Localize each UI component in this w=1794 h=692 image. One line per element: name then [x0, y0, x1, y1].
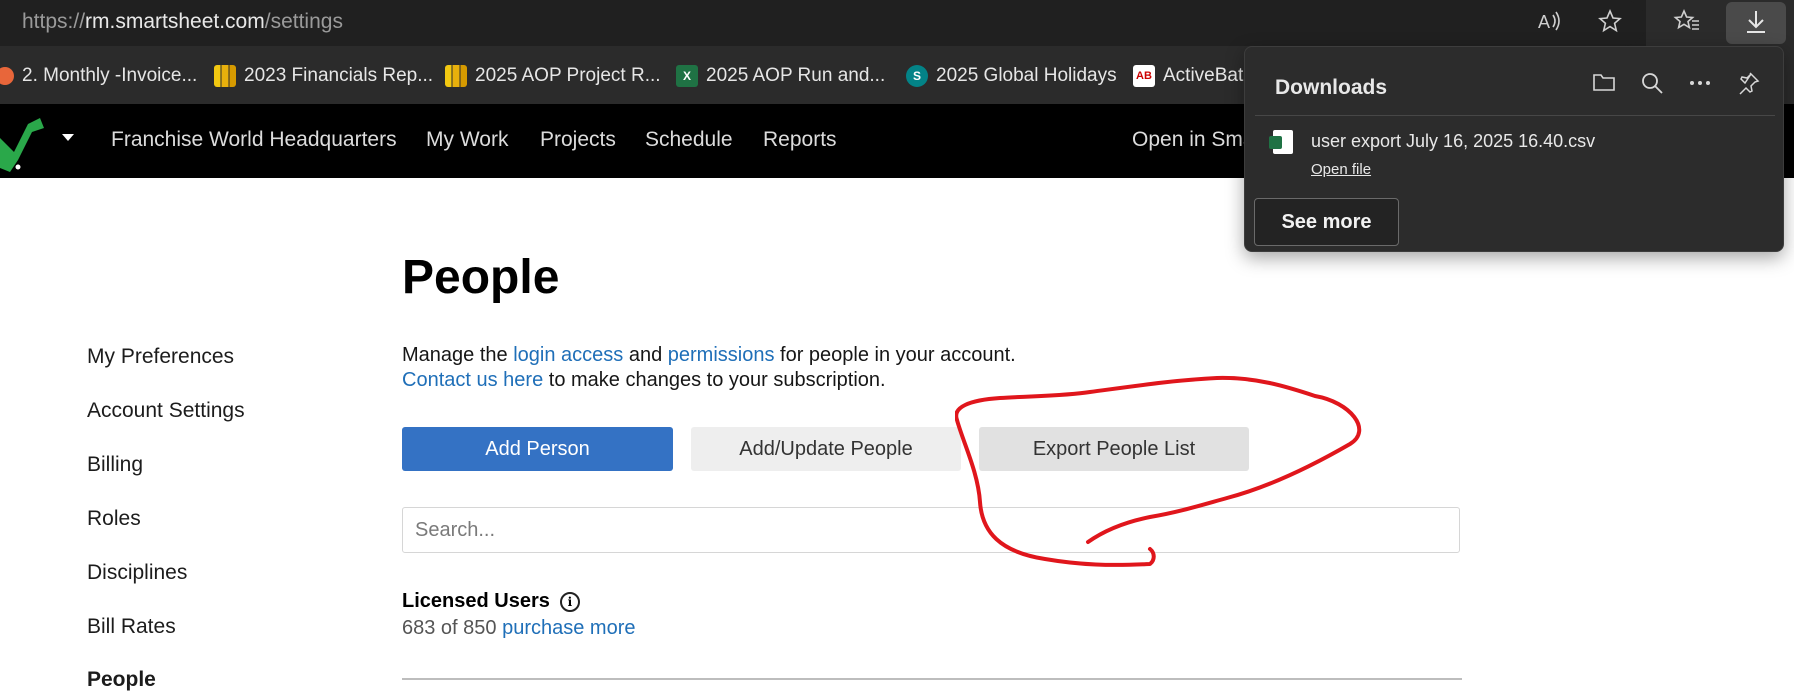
pin-icon[interactable]	[1733, 71, 1763, 101]
browser-toolbar: https://rm.smartsheet.com/settings A	[0, 0, 1794, 46]
desc-text: Manage the	[402, 344, 514, 366]
search-icon[interactable]	[1637, 71, 1667, 101]
bookmark-label: 2025 Global Holidays	[936, 65, 1117, 86]
sidebar-item-people[interactable]: People	[87, 668, 156, 692]
favorites-icon[interactable]	[1672, 8, 1702, 38]
desc-text: to make changes to your subscription.	[543, 369, 886, 391]
read-aloud-icon[interactable]: A	[1534, 8, 1564, 38]
folder-icon[interactable]	[1589, 71, 1619, 101]
downloads-button[interactable]	[1726, 2, 1786, 44]
url-host: rm.smartsheet.com	[85, 10, 265, 33]
bookmark-item[interactable]: 2023 Financials Rep...	[214, 64, 433, 88]
search-input[interactable]	[402, 507, 1460, 553]
nav-reports[interactable]: Reports	[763, 128, 837, 152]
section-divider	[402, 678, 1462, 680]
page-title: People	[402, 251, 560, 304]
contact-us-link[interactable]: Contact us here	[402, 369, 543, 391]
licensed-users-heading: Licensed Users i	[402, 590, 580, 613]
address-bar[interactable]: https://rm.smartsheet.com/settings	[22, 10, 343, 34]
power-bi-icon	[214, 65, 236, 87]
power-bi-icon	[445, 65, 467, 87]
downloads-panel: Downloads user export July 16, 2025 16.4…	[1244, 46, 1784, 252]
bookmark-item[interactable]: S 2025 Global Holidays	[906, 64, 1117, 88]
permissions-link[interactable]: permissions	[668, 344, 775, 366]
licensed-users-label: Licensed Users	[402, 590, 550, 612]
excel-file-icon	[1269, 130, 1293, 154]
sidebar-item-disciplines[interactable]: Disciplines	[87, 561, 187, 585]
nav-projects[interactable]: Projects	[540, 128, 616, 152]
page-description: Manage the login access and permissions …	[402, 343, 1016, 393]
url-path: /settings	[264, 10, 343, 33]
excel-icon: X	[676, 65, 698, 87]
bookmark-item[interactable]: 2. Monthly -Invoice...	[0, 64, 197, 88]
bookmark-item[interactable]: 2025 AOP Project R...	[445, 64, 661, 88]
bookmark-label: ActiveBatc	[1163, 65, 1253, 86]
add-person-button[interactable]: Add Person	[402, 427, 673, 471]
info-icon[interactable]: i	[559, 591, 580, 612]
description-line-2: Contact us here to make changes to your …	[402, 368, 1016, 393]
open-file-link[interactable]: Open file	[1311, 161, 1371, 178]
desc-text: for people in your account.	[774, 344, 1016, 366]
bookmark-item[interactable]: X 2025 AOP Run and...	[676, 64, 885, 88]
bookmark-label: 2025 AOP Project R...	[475, 65, 661, 86]
downloads-icon	[1741, 8, 1771, 38]
download-file-name[interactable]: user export July 16, 2025 16.40.csv	[1311, 131, 1595, 152]
purchase-more-link[interactable]: purchase more	[502, 617, 635, 639]
description-line-1: Manage the login access and permissions …	[402, 343, 1016, 368]
nav-franchise-world-headquarters[interactable]: Franchise World Headquarters	[111, 128, 397, 152]
monthly-invoice-icon	[0, 67, 14, 85]
downloads-title: Downloads	[1275, 76, 1388, 99]
licensed-users-count: 683 of 850 purchase more	[402, 617, 636, 640]
chevron-down-icon[interactable]	[62, 134, 74, 141]
export-people-list-button[interactable]: Export People List	[979, 427, 1249, 471]
more-options-icon[interactable]	[1685, 71, 1715, 101]
bookmark-label: 2023 Financials Rep...	[244, 65, 434, 86]
sidebar-item-billing[interactable]: Billing	[87, 453, 143, 477]
nav-schedule[interactable]: Schedule	[645, 128, 733, 152]
sharepoint-icon: S	[906, 65, 928, 87]
sidebar-item-account-settings[interactable]: Account Settings	[87, 399, 245, 423]
downloads-divider	[1255, 115, 1775, 116]
nav-my-work[interactable]: My Work	[426, 128, 508, 152]
app-logo-icon[interactable]	[0, 108, 48, 174]
sidebar-item-my-preferences[interactable]: My Preferences	[87, 345, 234, 369]
svg-text:A: A	[1538, 12, 1550, 32]
sidebar-item-roles[interactable]: Roles	[87, 507, 141, 531]
license-count-text: 683 of 850	[402, 617, 503, 639]
desc-text: and	[623, 344, 668, 366]
login-access-link[interactable]: login access	[513, 344, 623, 366]
favorite-star-icon[interactable]	[1595, 8, 1625, 38]
nav-open-in-smartsheet[interactable]: Open in Sma	[1132, 128, 1255, 152]
sidebar-item-bill-rates[interactable]: Bill Rates	[87, 615, 176, 639]
url-scheme: https://	[22, 10, 86, 33]
activebatch-icon: AB	[1133, 65, 1155, 87]
bookmark-label: 2025 AOP Run and...	[706, 65, 886, 86]
see-more-button[interactable]: See more	[1254, 198, 1399, 246]
add-update-people-button[interactable]: Add/Update People	[691, 427, 961, 471]
bookmark-label: 2. Monthly -Invoice...	[22, 65, 198, 86]
bookmark-item[interactable]: AB ActiveBatc	[1133, 64, 1253, 88]
